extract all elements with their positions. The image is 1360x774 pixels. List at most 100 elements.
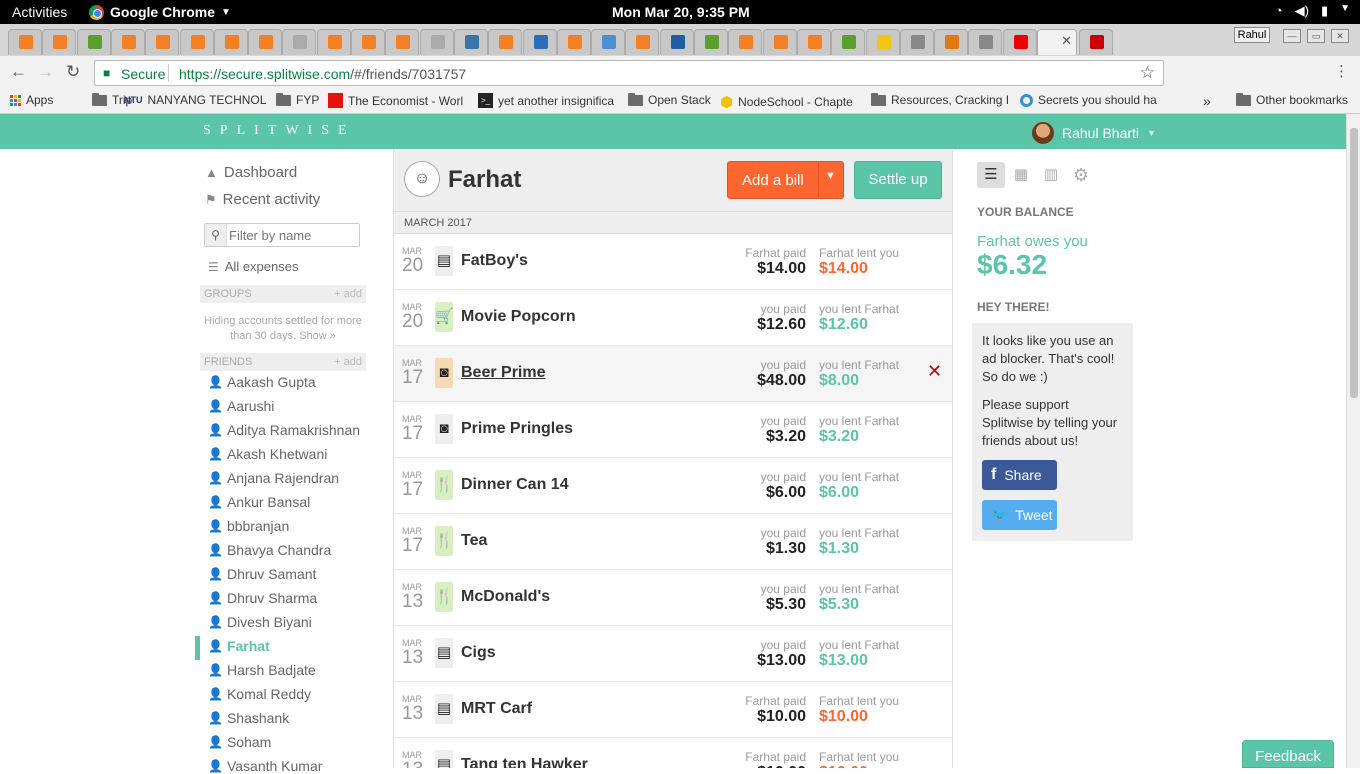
reload-icon[interactable]: ↻ bbox=[66, 62, 80, 82]
browser-tab[interactable]: ✕ bbox=[1037, 29, 1077, 55]
browser-tab[interactable] bbox=[453, 29, 488, 55]
bookmark-item[interactable]: FYP bbox=[276, 93, 319, 107]
maximize-button[interactable]: ▭ bbox=[1307, 29, 1325, 43]
close-window-button[interactable]: ✕ bbox=[1331, 29, 1349, 43]
browser-tab[interactable] bbox=[968, 29, 1003, 55]
browser-tab[interactable] bbox=[625, 29, 660, 55]
browser-tab[interactable] bbox=[110, 29, 145, 55]
bookmark-item[interactable]: ⬢ NodeSchool - Chapte bbox=[720, 93, 853, 111]
browser-tab[interactable] bbox=[1079, 29, 1113, 55]
expense-row[interactable]: ▤MAR13Tang ten HawkerFarhat paid$10.00Fa… bbox=[394, 738, 952, 768]
browser-tab[interactable] bbox=[179, 29, 214, 55]
delete-expense-icon[interactable]: ✕ bbox=[927, 361, 942, 382]
browser-tab[interactable] bbox=[762, 29, 797, 55]
clock[interactable]: Mon Mar 20, 9:35 PM bbox=[612, 4, 750, 20]
friend-item[interactable]: 👤 Shashank bbox=[208, 710, 289, 726]
browser-tab[interactable] bbox=[934, 29, 969, 55]
expense-row[interactable]: ▤ MAR 13 Cigs you paid $13.00 you lent Farhat $… bbox=[394, 626, 952, 682]
bookmark-item[interactable]: Other bookmarks bbox=[1236, 93, 1348, 107]
filter-input[interactable] bbox=[229, 226, 357, 244]
bookmark-star-icon[interactable]: ☆ bbox=[1140, 63, 1155, 83]
friend-item[interactable]: 👤 Anjana Rajendran bbox=[208, 470, 339, 486]
friend-item[interactable]: 👤 Bhavya Chandra bbox=[208, 542, 331, 558]
browser-tab[interactable] bbox=[76, 29, 111, 55]
feedback-button[interactable]: Feedback bbox=[1242, 740, 1334, 768]
browser-tab[interactable] bbox=[694, 29, 728, 55]
browser-tab[interactable] bbox=[351, 29, 385, 55]
facebook-share-button[interactable]: f Share bbox=[982, 460, 1057, 490]
expense-row[interactable]: 🍴 MAR 17 Tea you paid $1.30 you lent Farhat $1.… bbox=[394, 514, 952, 570]
friend-item[interactable]: 👤 Aditya Ramakrishnan bbox=[208, 422, 360, 438]
browser-tab[interactable] bbox=[831, 29, 866, 55]
friend-item[interactable]: 👤 Ankur Bansal bbox=[208, 494, 310, 510]
browser-tab[interactable] bbox=[8, 29, 42, 55]
address-bar[interactable]: ■ Secure https://secure.splitwise.com/#/… bbox=[94, 60, 1164, 86]
url-text[interactable]: https://secure.splitwise.com/#/friends/7… bbox=[179, 66, 466, 82]
bookmark-item[interactable]: NTU NANYANG TECHNOL bbox=[124, 93, 266, 107]
bookmark-item[interactable]: Open Stack bbox=[628, 93, 711, 107]
settle-up-button[interactable]: Settle up bbox=[854, 161, 942, 199]
browser-tab[interactable] bbox=[659, 29, 694, 55]
bookmark-item[interactable]: » bbox=[1203, 93, 1211, 109]
friend-item[interactable]: 👤 Aarushi bbox=[208, 398, 274, 414]
forward-icon[interactable]: → bbox=[37, 62, 54, 82]
browser-tab[interactable] bbox=[556, 29, 591, 55]
friend-item[interactable]: 👤 Akash Khetwani bbox=[208, 446, 327, 462]
add-bill-button[interactable]: Add a bill ▼ bbox=[727, 161, 844, 199]
browser-tab[interactable] bbox=[796, 29, 831, 55]
browser-tab[interactable] bbox=[248, 29, 283, 55]
minimize-button[interactable]: — bbox=[1283, 29, 1301, 43]
chrome-menu-icon[interactable]: ⋮ bbox=[1334, 62, 1349, 80]
browser-tab[interactable] bbox=[213, 29, 248, 55]
page-scrollbar[interactable] bbox=[1346, 114, 1360, 768]
friend-item[interactable]: 👤 Harsh Badjate bbox=[208, 662, 316, 678]
tweet-button[interactable]: 🐦 Tweet bbox=[982, 500, 1057, 530]
friend-item[interactable]: 👤 Divesh Biyani bbox=[208, 614, 312, 630]
splitwise-logo[interactable]: SPLITWISE bbox=[203, 123, 356, 139]
add-group-button[interactable]: + add bbox=[334, 288, 362, 300]
activities-button[interactable]: Activities bbox=[12, 4, 67, 20]
friend-item[interactable]: 👤 Komal Reddy bbox=[208, 686, 311, 702]
app-menu[interactable]: Google Chrome ▼ bbox=[89, 4, 231, 20]
chart-view-icon[interactable]: ▥ bbox=[1037, 162, 1065, 188]
browser-tab[interactable] bbox=[865, 29, 900, 55]
bookmark-item[interactable]: The Economist - Worl bbox=[328, 93, 463, 108]
list-view-icon[interactable]: ☰ bbox=[977, 162, 1005, 188]
friend-item[interactable]: 👤 Dhruv Sharma bbox=[208, 590, 317, 606]
expense-row[interactable]: 🍴 MAR 13 McDonald's you paid $5.30 you lent Fa… bbox=[394, 570, 952, 626]
profile-button[interactable]: Rahul bbox=[1234, 27, 1270, 43]
friend-item[interactable]: 👤 Dhruv Samant bbox=[208, 566, 316, 582]
browser-tab[interactable] bbox=[145, 29, 180, 55]
friend-item[interactable]: 👤 Soham bbox=[208, 734, 271, 750]
hiding-accounts-note[interactable]: Hiding accounts settled for more than 30… bbox=[200, 314, 366, 344]
expense-row[interactable]: ◙ MAR 17 Prime Pringles you paid $3.20 you len… bbox=[394, 402, 952, 458]
scrollbar-thumb[interactable] bbox=[1350, 128, 1358, 398]
caret-down-icon[interactable]: ▼ bbox=[825, 170, 836, 182]
expense-row[interactable]: 🛒 MAR 20 Movie Popcorn you paid $12.60 you len… bbox=[394, 290, 952, 346]
calendar-view-icon[interactable]: ▦ bbox=[1007, 162, 1035, 188]
user-menu[interactable]: Rahul Bharti ▼ bbox=[1032, 122, 1156, 144]
browser-tab[interactable] bbox=[1002, 29, 1037, 55]
friend-item[interactable]: 👤 Aakash Gupta bbox=[208, 374, 316, 390]
bookmark-item[interactable]: Resources, Cracking I bbox=[871, 93, 1009, 107]
gear-icon[interactable]: ⚙ bbox=[1067, 162, 1095, 188]
expense-row[interactable]: ▤ MAR 20 FatBoy's Farhat paid $14.00 Farhat le… bbox=[394, 234, 952, 290]
add-friend-button[interactable]: + add bbox=[334, 356, 362, 368]
system-tray[interactable]: ◔ ◀) ▮ ▼ bbox=[1275, 3, 1350, 19]
browser-tab[interactable] bbox=[282, 29, 317, 55]
recent-activity-link[interactable]: ⚑ Recent activity bbox=[205, 191, 320, 208]
browser-tab[interactable] bbox=[316, 29, 351, 55]
browser-tab[interactable] bbox=[728, 29, 763, 55]
bookmark-item[interactable]: Secrets you should ha bbox=[1020, 93, 1157, 107]
browser-tab[interactable] bbox=[419, 29, 454, 55]
friend-item[interactable]: 👤 Farhat bbox=[208, 638, 270, 654]
browser-tab[interactable] bbox=[899, 29, 934, 55]
close-tab-icon[interactable]: ✕ bbox=[1061, 33, 1072, 49]
bookmark-item[interactable]: Apps bbox=[10, 93, 53, 107]
friend-item[interactable]: 👤 Vasanth Kumar bbox=[208, 758, 322, 774]
browser-tab[interactable] bbox=[591, 29, 626, 55]
dashboard-link[interactable]: ▲ Dashboard bbox=[205, 164, 297, 181]
bookmark-item[interactable]: >_ yet another insignifica bbox=[478, 93, 614, 108]
browser-tab[interactable] bbox=[522, 29, 557, 55]
all-expenses-link[interactable]: ☰ All expenses bbox=[208, 259, 298, 274]
